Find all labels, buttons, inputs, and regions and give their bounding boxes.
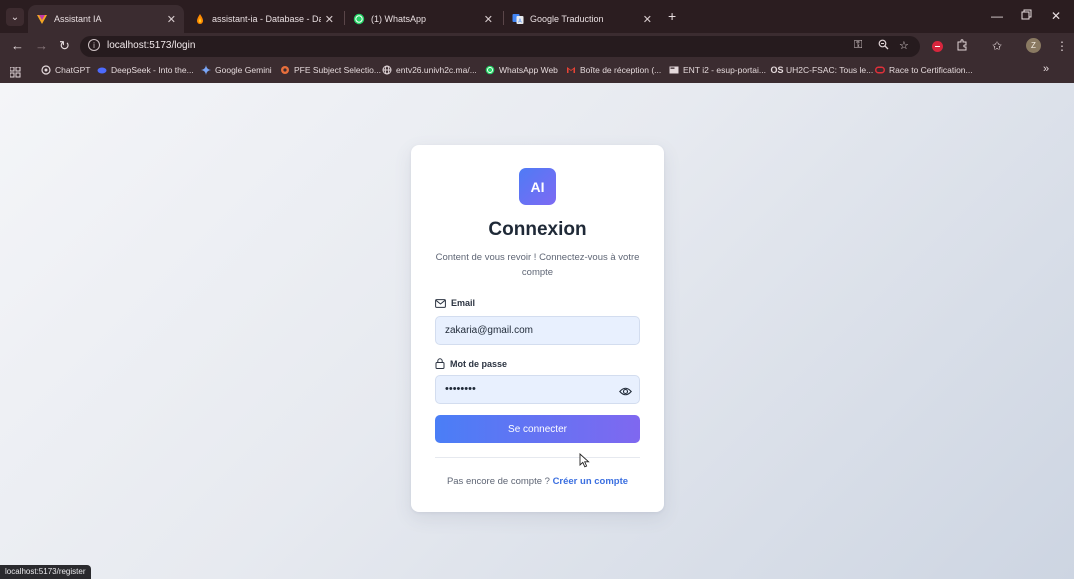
bookmark-label: entv26.univh2c.ma/... bbox=[396, 65, 477, 75]
tab-search-icon[interactable]: ⌄ bbox=[6, 8, 24, 26]
reading-list-icon[interactable]: ✩ bbox=[992, 39, 1002, 53]
svg-text:A: A bbox=[518, 19, 522, 25]
address-bar[interactable]: i localhost:5173/login ⚿ ☆ bbox=[80, 36, 920, 57]
register-prompt-text: Pas encore de compte ? bbox=[446, 476, 550, 487]
whatsapp-icon bbox=[485, 65, 495, 75]
bookmark-chatgpt[interactable]: ChatGPT bbox=[41, 65, 90, 75]
tab-database[interactable]: assistant-ia - Database - Data ✕ bbox=[186, 5, 342, 33]
bookmark-pfe[interactable]: PFE Subject Selectio... bbox=[280, 65, 381, 75]
email-field[interactable]: zakaria@gmail.com bbox=[435, 316, 640, 345]
new-tab-button[interactable]: + bbox=[668, 9, 676, 23]
whatsapp-favicon-icon bbox=[353, 13, 365, 25]
app-logo: AI bbox=[519, 168, 556, 205]
tab-strip: ⌄ Assistant IA ✕ assistant-ia - Database… bbox=[0, 0, 1074, 33]
password-key-icon[interactable]: ⚿ bbox=[854, 39, 862, 52]
deepseek-icon bbox=[97, 65, 107, 75]
chatgpt-icon bbox=[41, 65, 51, 75]
tab-close-icon[interactable]: ✕ bbox=[484, 13, 493, 26]
gemini-icon bbox=[201, 65, 211, 75]
pfe-icon bbox=[280, 65, 290, 75]
restore-icon[interactable] bbox=[1021, 9, 1032, 23]
bookmark-gemini[interactable]: Google Gemini bbox=[201, 65, 272, 75]
bookmark-deepseek[interactable]: DeepSeek - Into the... bbox=[97, 65, 194, 75]
extension-block-icon[interactable] bbox=[932, 41, 943, 52]
zoom-icon[interactable] bbox=[878, 39, 889, 53]
bookmark-label: DeepSeek - Into the... bbox=[111, 65, 194, 75]
register-link[interactable]: Créer un compte bbox=[553, 476, 629, 487]
tab-close-icon[interactable]: ✕ bbox=[325, 13, 334, 26]
back-icon[interactable]: ← bbox=[11, 38, 24, 54]
bookmark-entv26[interactable]: entv26.univh2c.ma/... bbox=[382, 65, 477, 75]
assistant-favicon-icon bbox=[36, 13, 48, 25]
bookmark-label: WhatsApp Web bbox=[499, 65, 558, 75]
bookmarks-bar: ChatGPT DeepSeek - Into the... Google Ge… bbox=[0, 59, 1074, 83]
email-value[interactable]: zakaria@gmail.com bbox=[445, 325, 533, 336]
tab-close-icon[interactable]: ✕ bbox=[643, 13, 652, 26]
translate-favicon-icon: A bbox=[512, 13, 524, 25]
close-window-icon[interactable]: ✕ bbox=[1051, 9, 1061, 23]
bookmark-label: ChatGPT bbox=[55, 65, 91, 75]
bookmark-ent-i2[interactable]: ENT i2 - esup-portai... bbox=[669, 65, 766, 75]
tab-whatsapp[interactable]: (1) WhatsApp ✕ bbox=[345, 5, 501, 33]
extensions-puzzle-icon[interactable] bbox=[956, 39, 968, 54]
profile-avatar[interactable]: Z bbox=[1026, 38, 1041, 53]
bookmarks-overflow-icon[interactable]: » bbox=[1043, 63, 1049, 75]
page-subtitle: Content de vous revoir ! Connectez-vous … bbox=[435, 252, 640, 278]
login-card: AI Connexion Content de vous revoir ! Co… bbox=[411, 145, 664, 512]
bookmark-label: UH2C-FSAC: Tous le... bbox=[786, 65, 874, 75]
bookmark-gmail[interactable]: Boîte de réception (... bbox=[566, 65, 661, 75]
password-value[interactable]: •••••••• bbox=[445, 383, 476, 395]
bookmark-label: PFE Subject Selectio... bbox=[294, 65, 381, 75]
minimize-icon[interactable]: — bbox=[991, 9, 1003, 23]
mail-icon bbox=[435, 298, 446, 308]
tab-assistant-ia[interactable]: Assistant IA ✕ bbox=[28, 5, 184, 33]
uh2c-icon: OS bbox=[770, 65, 784, 75]
ent-icon bbox=[669, 65, 679, 75]
bookmark-oracle[interactable]: Race to Certification... bbox=[875, 65, 973, 75]
page-title: Connexion bbox=[488, 219, 587, 240]
firebase-favicon-icon bbox=[194, 13, 206, 25]
gmail-icon bbox=[566, 65, 576, 75]
tab-google-traduction[interactable]: A Google Traduction ✕ bbox=[504, 5, 660, 33]
tab-title: (1) WhatsApp bbox=[371, 14, 427, 24]
lock-icon bbox=[435, 358, 445, 369]
url-text[interactable]: localhost:5173/login bbox=[107, 40, 195, 51]
globe-icon bbox=[382, 65, 392, 75]
forward-icon[interactable]: → bbox=[35, 38, 48, 54]
browser-toolbar: ← → ↻ i localhost:5173/login ⚿ ☆ ✩ Z ⋮ bbox=[0, 33, 1074, 59]
tab-close-icon[interactable]: ✕ bbox=[167, 13, 176, 26]
bookmark-label: Boîte de réception (... bbox=[580, 65, 662, 75]
apps-grid-icon[interactable] bbox=[9, 65, 21, 83]
show-password-eye-icon[interactable] bbox=[619, 384, 632, 402]
bookmark-label: ENT i2 - esup-portai... bbox=[683, 65, 766, 75]
site-info-icon[interactable]: i bbox=[88, 39, 100, 51]
password-field[interactable]: •••••••• bbox=[435, 375, 640, 404]
mouse-cursor-icon bbox=[579, 452, 590, 473]
email-label: Email bbox=[451, 298, 476, 308]
login-submit-button[interactable]: Se connecter bbox=[435, 415, 640, 443]
bookmark-uh2c[interactable]: OS UH2C-FSAC: Tous le... bbox=[770, 65, 874, 75]
password-label-row: Mot de passe bbox=[435, 358, 507, 369]
bookmark-label: Google Gemini bbox=[215, 65, 272, 75]
divider bbox=[435, 457, 640, 458]
register-prompt: Pas encore de compte ? Créer un compte bbox=[411, 476, 664, 487]
menu-kebab-icon[interactable]: ⋮ bbox=[1056, 39, 1068, 53]
bookmark-star-icon[interactable]: ☆ bbox=[899, 39, 909, 52]
tab-title: Assistant IA bbox=[54, 14, 102, 24]
bookmark-whatsapp-web[interactable]: WhatsApp Web bbox=[485, 65, 558, 75]
bookmark-label: Race to Certification... bbox=[889, 65, 973, 75]
oracle-icon bbox=[875, 65, 885, 75]
tab-title: Google Traduction bbox=[530, 14, 604, 24]
login-page: AI Connexion Content de vous revoir ! Co… bbox=[0, 83, 1074, 579]
status-bar-url: localhost:5173/register bbox=[0, 565, 91, 579]
reload-icon[interactable]: ↻ bbox=[59, 38, 70, 54]
tab-title: assistant-ia - Database - Data bbox=[212, 14, 321, 24]
email-label-row: Email bbox=[435, 298, 475, 308]
password-label: Mot de passe bbox=[450, 358, 508, 369]
